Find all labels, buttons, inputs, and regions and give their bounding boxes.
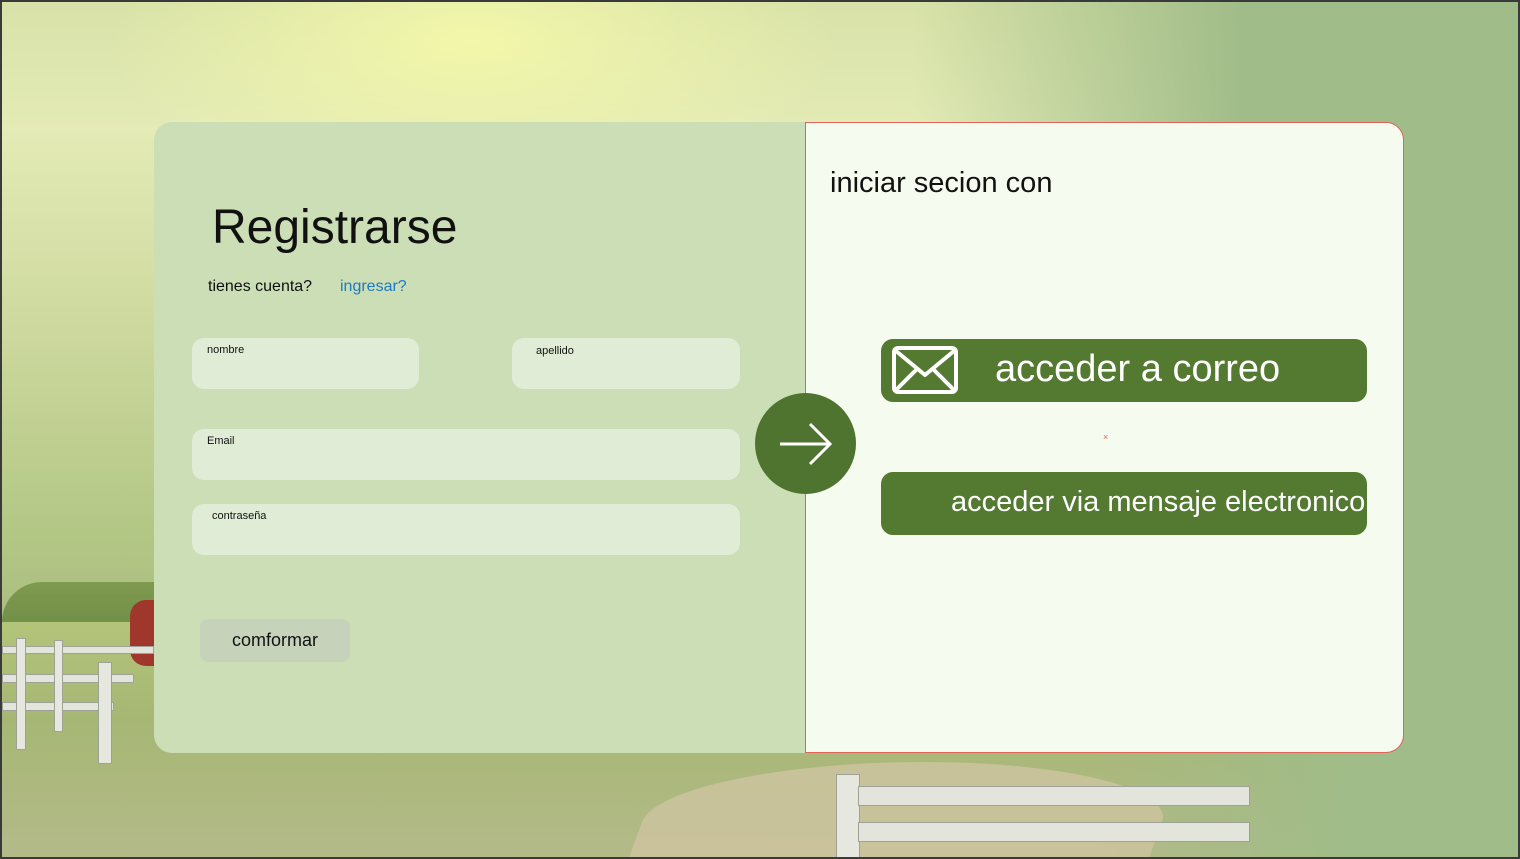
background-fence-bottom (832, 772, 1252, 857)
confirm-button[interactable]: comformar (200, 619, 350, 662)
login-panel: iniciar secion con acceder a correo × ac… (805, 122, 1404, 753)
login-title: iniciar secion con (830, 167, 1053, 199)
have-account-text: tienes cuenta? (208, 278, 313, 295)
email-login-label: acceder a correo (995, 348, 1281, 390)
first-name-input[interactable] (204, 360, 407, 383)
email-input[interactable] (204, 451, 728, 474)
envelope-icon (891, 345, 959, 398)
arrow-right-icon (778, 422, 834, 466)
background-fence-left (2, 632, 172, 764)
close-mark: × (1103, 432, 1109, 442)
email-field[interactable]: Email (192, 429, 740, 480)
last-name-label: apellido (536, 345, 574, 357)
email-label: Email (207, 435, 235, 447)
last-name-input[interactable] (524, 360, 728, 383)
password-label: contraseña (212, 510, 267, 522)
login-link[interactable]: ingresar? (340, 278, 407, 296)
register-title: Registrarse (212, 201, 458, 254)
last-name-field[interactable]: apellido (512, 338, 740, 389)
email-login-button[interactable]: acceder a correo (881, 339, 1367, 402)
sms-login-button[interactable]: acceder via mensaje electronico (881, 472, 1367, 535)
sms-login-label: acceder via mensaje electronico (951, 486, 1366, 518)
next-arrow-button[interactable] (755, 393, 856, 494)
first-name-field[interactable]: nombre (192, 338, 419, 389)
password-field[interactable]: contraseña (192, 504, 740, 555)
register-panel: Registrarse tienes cuenta? ingresar? nom… (154, 122, 806, 753)
password-input[interactable] (204, 526, 728, 549)
first-name-label: nombre (207, 344, 245, 356)
